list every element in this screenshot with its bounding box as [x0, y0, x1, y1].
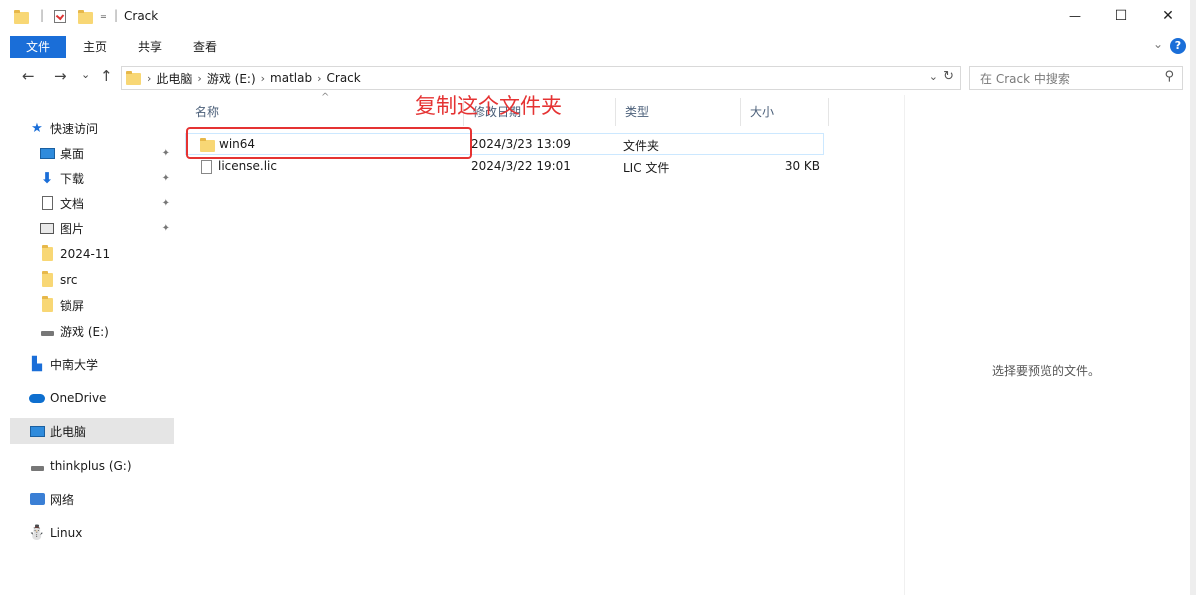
sidebar-item-2024-11[interactable]: 2024-11: [10, 241, 174, 267]
sidebar-item-lockscreen[interactable]: 锁屏: [10, 292, 174, 318]
window-title: Crack: [124, 9, 159, 23]
window-edge: [1190, 0, 1196, 595]
documents-icon: [41, 196, 53, 210]
file-date: 2024/3/22 19:01: [471, 159, 571, 173]
breadcrumb-separator: ›: [317, 71, 322, 85]
new-folder-icon[interactable]: [78, 10, 93, 24]
annotation-highlight-box: [186, 127, 472, 159]
network-icon: [29, 493, 45, 505]
breadcrumb-crack[interactable]: Crack: [327, 71, 361, 85]
address-row: ← → ⌄ ↑ › 此电脑 › 游戏 (E:) › matlab › Crack…: [0, 64, 1196, 92]
tab-home[interactable]: 主页: [73, 36, 117, 58]
address-bar[interactable]: › 此电脑 › 游戏 (E:) › matlab › Crack ⌄ ↻: [121, 66, 961, 90]
file-row-license[interactable]: license.lic 2024/3/22 19:01 LIC 文件 30 KB: [185, 156, 824, 178]
maximize-icon: ☐: [1114, 8, 1128, 24]
search-icon[interactable]: ⚲: [1164, 69, 1174, 84]
breadcrumb-matlab[interactable]: matlab: [270, 71, 312, 85]
up-button[interactable]: ↑: [100, 67, 113, 85]
sidebar-item-src[interactable]: src: [10, 267, 174, 293]
folder-icon: [126, 71, 141, 85]
file-type: LIC 文件: [623, 161, 670, 175]
column-type[interactable]: 类型: [615, 98, 740, 126]
breadcrumb-separator: ›: [197, 71, 202, 85]
folder-icon: [41, 245, 53, 261]
drive-icon: [30, 466, 44, 471]
preview-message: 选择要预览的文件。: [992, 364, 1101, 378]
file-icon: [201, 160, 212, 174]
toolbar-separator: |: [40, 8, 45, 22]
breadcrumb-this-pc[interactable]: 此电脑: [156, 70, 192, 87]
quick-access-dropdown[interactable]: ₌: [100, 8, 107, 23]
ribbon: 文件 主页 共享 查看 ⌄ ?: [0, 34, 1196, 60]
pin-icon: ✦: [161, 147, 170, 159]
search-input[interactable]: 在 Crack 中搜索 ⚲: [969, 66, 1183, 90]
cloud-icon: [29, 393, 45, 403]
building-icon: ▙: [32, 356, 42, 372]
desktop-icon: [39, 147, 55, 159]
refresh-icon[interactable]: ↻: [943, 69, 954, 84]
sidebar-item-desktop[interactable]: 桌面 ✦: [10, 140, 174, 166]
file-date: 2024/3/23 13:09: [471, 137, 571, 151]
sidebar-item-documents[interactable]: 文档 ✦: [10, 190, 174, 216]
help-icon[interactable]: ?: [1170, 38, 1186, 54]
properties-icon[interactable]: [54, 10, 66, 23]
pin-icon: ✦: [161, 197, 170, 209]
folder-icon: [14, 10, 29, 24]
toolbar-separator: |: [114, 8, 119, 22]
close-button[interactable]: ✕: [1145, 0, 1191, 32]
download-icon: ⬇: [40, 169, 54, 187]
forward-button[interactable]: →: [54, 67, 67, 85]
column-size[interactable]: 大小: [740, 98, 828, 126]
drive-icon: [40, 331, 54, 336]
sidebar-item-downloads[interactable]: ⬇ 下载 ✦: [10, 165, 174, 191]
breadcrumb-separator: ›: [147, 71, 152, 85]
sidebar-item-this-pc[interactable]: 此电脑: [10, 418, 174, 444]
computer-icon: [29, 425, 45, 437]
pictures-icon: [40, 222, 54, 234]
close-icon: ✕: [1162, 8, 1174, 24]
annotation-text: 复制这个文件夹: [415, 94, 562, 118]
navigation-pane: ★ 快速访问 桌面 ✦ ⬇ 下载 ✦ 文档 ✦ 图片 ✦ 2024-11 src…: [0, 95, 177, 595]
sidebar-item-drive-e[interactable]: 游戏 (E:): [10, 318, 174, 344]
minimize-button[interactable]: —: [1052, 0, 1098, 32]
sidebar-item-onedrive[interactable]: OneDrive: [10, 385, 174, 411]
pin-icon: ✦: [161, 222, 170, 234]
maximize-button[interactable]: ☐: [1098, 0, 1144, 32]
search-placeholder: 在 Crack 中搜索: [980, 71, 1070, 86]
back-button[interactable]: ←: [22, 67, 35, 85]
folder-icon: [41, 271, 53, 287]
file-name: license.lic: [218, 159, 277, 173]
breadcrumb-separator: ›: [260, 71, 266, 85]
sidebar-item-quick-access[interactable]: ★ 快速访问: [10, 115, 174, 141]
sidebar-item-thinkplus[interactable]: thinkplus (G:): [10, 453, 174, 479]
breadcrumb-drive-e[interactable]: 游戏 (E:): [207, 70, 256, 87]
pin-icon: ✦: [161, 172, 170, 184]
tab-share[interactable]: 共享: [128, 36, 172, 58]
title-bar: | ₌ | Crack — ☐ ✕: [0, 0, 1196, 34]
folder-icon: [41, 296, 53, 312]
file-type: 文件夹: [623, 139, 660, 153]
sidebar-item-pictures[interactable]: 图片 ✦: [10, 215, 174, 241]
star-icon: ★: [31, 120, 43, 136]
sidebar-item-csu[interactable]: ▙ 中南大学: [10, 351, 174, 377]
ribbon-expand-icon[interactable]: ⌄: [1153, 37, 1163, 51]
sidebar-item-linux[interactable]: ⛄ Linux: [10, 520, 174, 546]
column-divider[interactable]: [828, 98, 829, 126]
linux-penguin-icon: ⛄: [28, 525, 46, 541]
preview-divider[interactable]: [904, 95, 905, 595]
file-size: 30 KB: [784, 159, 820, 173]
tab-view[interactable]: 查看: [183, 36, 227, 58]
recent-locations-button[interactable]: ⌄: [81, 68, 90, 81]
address-dropdown-icon[interactable]: ⌄: [929, 70, 938, 83]
sidebar-item-network[interactable]: 网络: [10, 486, 174, 512]
minimize-icon: —: [1069, 9, 1081, 23]
tab-file[interactable]: 文件: [10, 36, 66, 58]
